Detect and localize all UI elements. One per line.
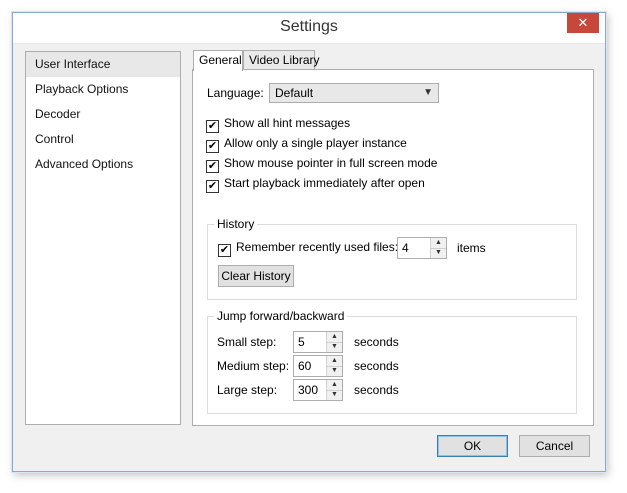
checkbox-start-playback[interactable]: ✔ [206, 180, 219, 193]
nav-item-label: Decoder [35, 107, 81, 121]
nav-item-label: User Interface [35, 57, 111, 71]
tab-general[interactable]: General [193, 50, 243, 71]
nav-item-advanced-options[interactable]: Advanced Options [26, 152, 180, 177]
small-step-spinner[interactable]: 5 ▲ ▼ [293, 331, 343, 353]
checkbox-remember-files[interactable]: ✔ [218, 244, 231, 257]
spinner-buttons: ▲ ▼ [326, 332, 342, 352]
cancel-button[interactable]: Cancel [519, 435, 590, 457]
history-group: History ✔ Remember recently used files: 4… [207, 217, 577, 300]
medium-step-unit: seconds [354, 359, 399, 373]
medium-step-label: Medium step: [217, 359, 290, 373]
history-group-title: History [214, 217, 258, 231]
history-unit-label: items [457, 241, 486, 255]
history-count-value: 4 [402, 241, 409, 255]
checkbox-row-mouse-pointer[interactable]: ✔ Show mouse pointer in full screen mode [206, 156, 437, 173]
checkbox-single-instance[interactable]: ✔ [206, 140, 219, 153]
nav-item-control[interactable]: Control [26, 127, 180, 152]
jump-group: Jump forward/backward Small step: 5 ▲ ▼ … [207, 309, 577, 414]
checkbox-label: Allow only a single player instance [224, 136, 407, 150]
general-tab-panel: Language: Default ▼ ✔ Show all hint messa… [192, 69, 594, 426]
nav-item-playback-options[interactable]: Playback Options [26, 77, 180, 102]
spinner-buttons: ▲ ▼ [430, 238, 446, 258]
window-title: Settings [280, 18, 338, 35]
tab-video-library[interactable]: Video Library [243, 50, 320, 70]
small-step-label: Small step: [217, 335, 277, 349]
checkbox-label: Start playback immediately after open [224, 176, 425, 190]
small-step-value: 5 [298, 335, 305, 349]
language-select[interactable]: Default ▼ [269, 83, 439, 103]
large-step-spinner[interactable]: 300 ▲ ▼ [293, 379, 343, 401]
large-step-value: 300 [298, 383, 319, 397]
spinner-buttons: ▲ ▼ [326, 356, 342, 376]
ok-button[interactable]: OK [437, 435, 508, 457]
checkbox-label: Show mouse pointer in full screen mode [224, 156, 438, 170]
nav-item-label: Playback Options [35, 82, 129, 96]
checkbox-hint-messages[interactable]: ✔ [206, 120, 219, 133]
checkbox-row-start-playback[interactable]: ✔ Start playback immediately after open [206, 176, 425, 193]
language-label: Language: [207, 86, 264, 100]
nav-item-label: Control [35, 132, 74, 146]
settings-window: Settings ✕ User Interface Playback Optio… [12, 12, 606, 472]
checkbox-mouse-pointer[interactable]: ✔ [206, 160, 219, 173]
jump-group-title: Jump forward/backward [214, 309, 348, 323]
language-value: Default [275, 86, 314, 100]
medium-step-value: 60 [298, 359, 312, 373]
nav-item-label: Advanced Options [35, 157, 134, 171]
chevron-down-icon: ▼ [423, 87, 433, 98]
clear-history-button[interactable]: Clear History [218, 265, 294, 287]
spin-down-icon[interactable]: ▼ [327, 366, 342, 376]
close-icon[interactable]: ✕ [567, 13, 599, 33]
settings-nav: User Interface Playback Options Decoder … [25, 51, 181, 425]
nav-item-user-interface[interactable]: User Interface [26, 52, 180, 77]
title-bar[interactable]: Settings ✕ [13, 13, 605, 44]
large-step-label: Large step: [217, 383, 278, 397]
spin-down-icon[interactable]: ▼ [327, 390, 342, 400]
nav-item-decoder[interactable]: Decoder [26, 102, 180, 127]
checkbox-row-single-instance[interactable]: ✔ Allow only a single player instance [206, 136, 407, 153]
history-count-spinner[interactable]: 4 ▲ ▼ [397, 237, 447, 259]
large-step-unit: seconds [354, 383, 399, 397]
spin-down-icon[interactable]: ▼ [327, 342, 342, 352]
spin-down-icon[interactable]: ▼ [431, 248, 446, 258]
medium-step-spinner[interactable]: 60 ▲ ▼ [293, 355, 343, 377]
small-step-unit: seconds [354, 335, 399, 349]
remember-files-row[interactable]: ✔ Remember recently used files: [218, 240, 398, 257]
remember-files-label: Remember recently used files: [236, 240, 399, 254]
spinner-buttons: ▲ ▼ [326, 380, 342, 400]
checkbox-row-hint-messages[interactable]: ✔ Show all hint messages [206, 116, 350, 133]
checkbox-label: Show all hint messages [224, 116, 351, 130]
